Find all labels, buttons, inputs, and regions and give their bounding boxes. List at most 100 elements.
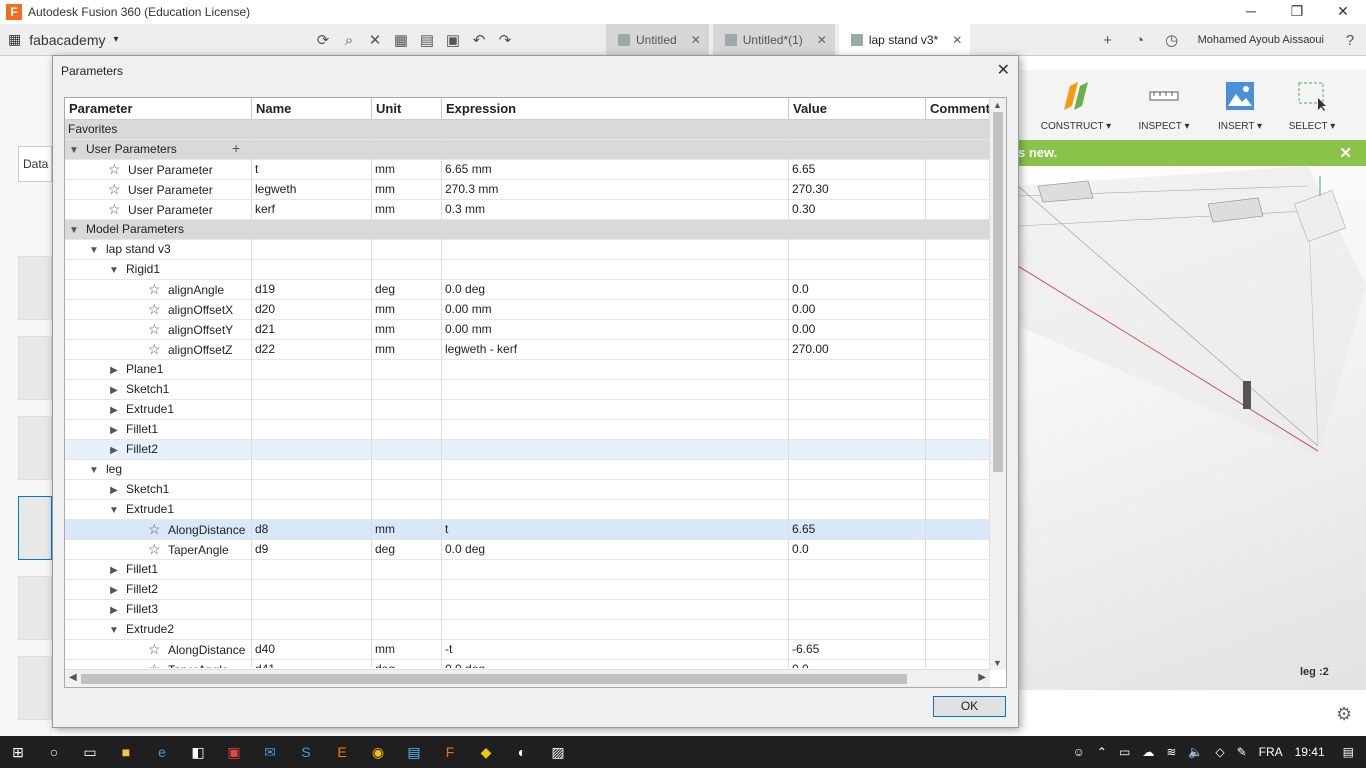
favorite-star-icon[interactable]: ☆ xyxy=(108,180,122,199)
store-icon[interactable]: ◧ xyxy=(180,736,216,768)
table-row[interactable]: ▶ Fillet3 xyxy=(65,600,990,620)
expression-cell[interactable]: 0.3 mm xyxy=(442,200,789,220)
table-row[interactable]: ☆ TaperAngle d41deg0.0 deg0.0 xyxy=(65,660,990,668)
table-row[interactable]: ▼ lap stand v3 xyxy=(65,240,990,260)
favorite-star-icon[interactable]: ☆ xyxy=(148,300,162,319)
scroll-down-icon[interactable]: ▼ xyxy=(993,658,1002,668)
favorite-star-icon[interactable]: ☆ xyxy=(108,160,122,179)
comment-cell[interactable] xyxy=(926,660,990,668)
add-user-parameter-icon[interactable]: + xyxy=(232,140,240,156)
insert-menu[interactable]: INSERT ▾ xyxy=(1210,80,1270,132)
thumbnail[interactable] xyxy=(18,256,52,320)
chevron-right-icon[interactable]: ▶ xyxy=(108,601,120,620)
table-row[interactable]: ▶ Fillet2 xyxy=(65,580,990,600)
expression-cell[interactable]: 0.0 deg xyxy=(442,540,789,560)
expression-cell[interactable]: 0.00 mm xyxy=(442,320,789,340)
paint-icon[interactable]: ◐ xyxy=(504,736,540,768)
chevron-right-icon[interactable]: ▶ xyxy=(108,361,120,380)
people-icon[interactable]: ☺ xyxy=(1067,745,1091,759)
table-group-row[interactable]: ▼ Model Parameters xyxy=(65,220,990,240)
construct-menu[interactable]: CONSTRUCT ▾ xyxy=(1040,80,1112,132)
vertical-scroll-thumb[interactable] xyxy=(993,112,1003,472)
column-header-parameter[interactable]: Parameter xyxy=(65,98,252,120)
thumbnail[interactable] xyxy=(18,336,52,400)
new-tab-icon[interactable]: + xyxy=(1092,32,1124,49)
close-tab-icon[interactable]: ✕ xyxy=(691,33,701,47)
comment-cell[interactable] xyxy=(926,640,990,660)
favorite-star-icon[interactable]: ☆ xyxy=(148,320,162,339)
expression-cell[interactable]: 0.00 mm xyxy=(442,300,789,320)
data-tab[interactable]: Data xyxy=(18,146,52,182)
table-group-row[interactable]: ▼ User Parameters + xyxy=(65,140,990,160)
chevron-right-icon[interactable]: ▶ xyxy=(108,421,120,440)
network-icon[interactable]: ≋ xyxy=(1160,745,1182,759)
column-header-value[interactable]: Value xyxy=(789,98,926,120)
gear-icon[interactable]: ⚙ xyxy=(1336,704,1352,725)
ok-button[interactable]: OK xyxy=(933,696,1006,717)
canvas-viewport[interactable] xyxy=(1018,166,1366,690)
data-panel-icon[interactable]: ▦ xyxy=(388,31,414,49)
expression-cell[interactable]: 270.3 mm xyxy=(442,180,789,200)
user-name[interactable]: Mohamed Ayoub Aissaoui xyxy=(1188,34,1334,46)
whats-new-banner[interactable]: s new. ✕ xyxy=(1018,140,1366,166)
dropbox-icon[interactable]: ◇ xyxy=(1209,745,1230,759)
table-group-row[interactable]: Favorites xyxy=(65,120,990,140)
cortana-icon[interactable]: ○ xyxy=(36,736,72,768)
close-window-button[interactable]: ✕ xyxy=(1320,0,1366,24)
close-tab-icon[interactable]: ✕ xyxy=(817,33,827,47)
restore-button[interactable]: ❐ xyxy=(1274,0,1320,24)
chevron-right-icon[interactable]: ▶ xyxy=(108,441,120,460)
table-row[interactable]: ▼ Extrude2 xyxy=(65,620,990,640)
scroll-up-icon[interactable]: ▲ xyxy=(993,100,1002,110)
gift-icon[interactable]: ▣ xyxy=(216,736,252,768)
column-header-expression[interactable]: Expression xyxy=(442,98,789,120)
show-hidden-icon[interactable]: ⌃ xyxy=(1091,745,1113,759)
table-row[interactable]: ▼ Extrude1 xyxy=(65,500,990,520)
photos-icon[interactable]: ▨ xyxy=(540,736,576,768)
file-menu-icon[interactable]: ▤ xyxy=(414,31,440,49)
task-view-icon[interactable]: ▭ xyxy=(72,736,108,768)
scroll-left-icon[interactable]: ◀ xyxy=(69,672,77,683)
thumbnail[interactable] xyxy=(18,416,52,480)
banner-text[interactable]: s new. xyxy=(1018,145,1057,160)
chevron-down-icon[interactable]: ▼ xyxy=(108,261,120,280)
file-explorer-icon[interactable]: ■ xyxy=(108,736,144,768)
table-row[interactable]: ▶ Sketch1 xyxy=(65,380,990,400)
tab-lap-stand[interactable]: lap stand v3* ✕ xyxy=(838,24,971,56)
table-row[interactable]: ☆ alignAngle d19 deg 0.0 deg 0.0 xyxy=(65,280,990,300)
table-row[interactable]: ▶ Sketch1 xyxy=(65,480,990,500)
edge-icon[interactable]: e xyxy=(144,736,180,768)
comment-cell[interactable] xyxy=(926,160,990,180)
search-icon[interactable]: ⌕ xyxy=(336,32,362,49)
comment-cell[interactable] xyxy=(926,180,990,200)
favorite-star-icon[interactable]: ☆ xyxy=(148,340,162,359)
mail-icon[interactable]: ✉ xyxy=(252,736,288,768)
table-row[interactable]: ☆ User Parameter kerf mm 0.3 mm 0.30 xyxy=(65,200,990,220)
scroll-right-icon[interactable]: ▶ xyxy=(978,672,986,683)
minimize-button[interactable]: ─ xyxy=(1228,0,1274,24)
expression-cell[interactable]: t xyxy=(442,520,789,540)
notifications-icon[interactable]: ▤ xyxy=(1331,745,1366,759)
start-icon[interactable]: ⊞ xyxy=(0,736,36,768)
favorite-star-icon[interactable]: ☆ xyxy=(148,540,162,559)
table-row[interactable]: ▶ Plane1 xyxy=(65,360,990,380)
chevron-right-icon[interactable]: ▶ xyxy=(108,481,120,500)
favorite-star-icon[interactable]: ☆ xyxy=(148,280,162,299)
comment-cell[interactable] xyxy=(926,200,990,220)
job-status-icon[interactable]: ◷ xyxy=(1156,31,1188,49)
expression-cell[interactable]: 0.0 deg xyxy=(442,660,789,668)
favorite-star-icon[interactable]: ☆ xyxy=(148,640,162,659)
redo-icon[interactable]: ↷ xyxy=(492,31,518,49)
apps-grid-icon[interactable]: ▦ xyxy=(8,31,21,48)
table-row[interactable]: ▶ Fillet1 xyxy=(65,420,990,440)
expression-cell[interactable]: legweth - kerf xyxy=(442,340,789,360)
team-selector[interactable]: ▦ fabacademy ▾ xyxy=(8,31,158,48)
favorite-star-icon[interactable]: ☆ xyxy=(148,520,162,539)
table-row[interactable]: ☆ AlongDistance d40 mm -t -6.65 xyxy=(65,640,990,660)
battery-icon[interactable]: ▭ xyxy=(1113,745,1136,759)
chevron-down-icon[interactable]: ▼ xyxy=(108,621,120,640)
table-row[interactable]: ☆ alignOffsetY d21 mm 0.00 mm 0.00 xyxy=(65,320,990,340)
close-panel-icon[interactable]: ✕ xyxy=(362,31,388,49)
inspect-menu[interactable]: INSPECT ▾ xyxy=(1134,80,1194,132)
help-icon[interactable]: ? xyxy=(1334,32,1366,49)
